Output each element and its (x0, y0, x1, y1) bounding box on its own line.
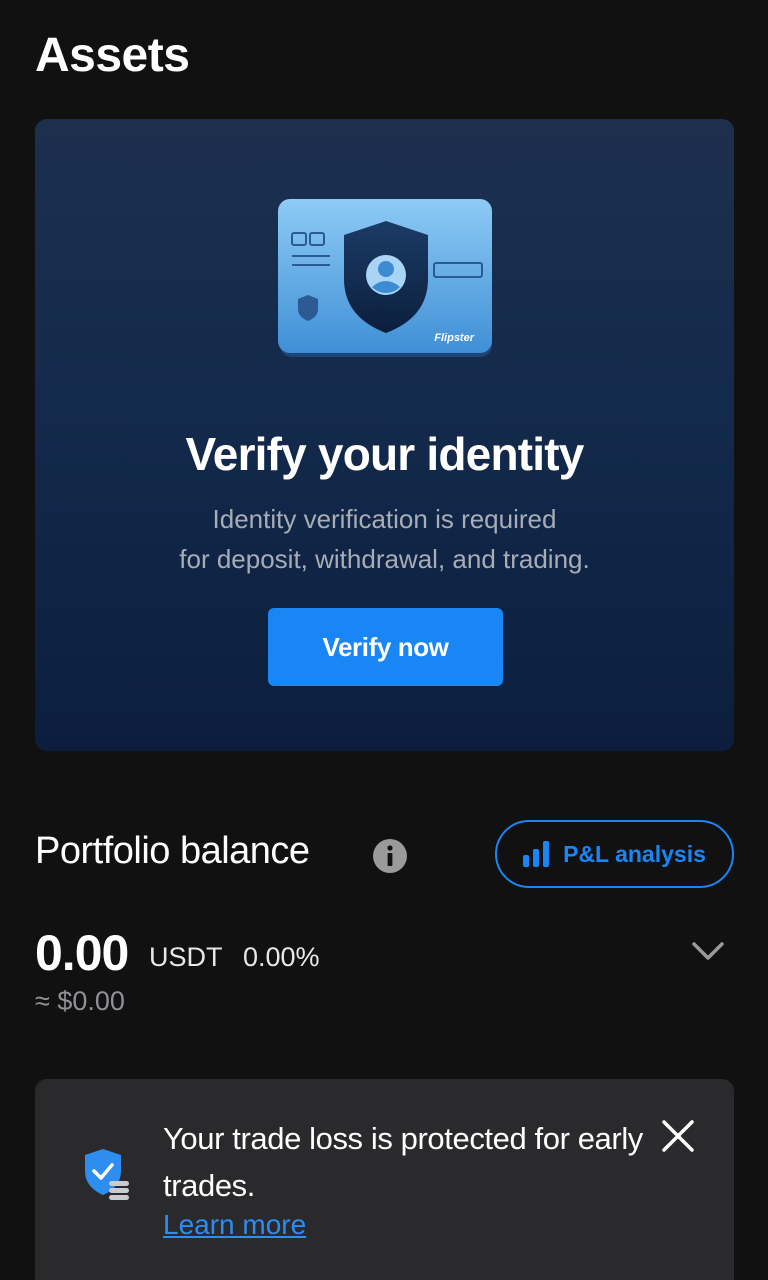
id-card-icon: Flipster (278, 199, 492, 357)
portfolio-balance-title: Portfolio balance (35, 830, 310, 872)
shield-check-icon (85, 1149, 129, 1200)
verify-title: Verify your identity (185, 428, 584, 480)
verify-identity-card: Flipster Verify your identity Identity v… (35, 119, 734, 751)
balance-change-percent: 0.00% (243, 942, 320, 972)
pl-analysis-label: P&L analysis (563, 840, 706, 867)
svg-text:Flipster: Flipster (434, 332, 474, 344)
page-title: Assets (35, 29, 190, 82)
chevron-down-icon[interactable] (690, 936, 726, 966)
pl-analysis-button[interactable]: P&L analysis (495, 820, 734, 888)
verify-description-line: for deposit, withdrawal, and trading. (179, 544, 590, 574)
close-icon[interactable] (659, 1117, 697, 1155)
verify-description: Identity verification is required for de… (95, 499, 674, 579)
learn-more-link[interactable]: Learn more (163, 1209, 306, 1241)
info-icon[interactable] (372, 838, 408, 874)
balance-currency: USDT (149, 942, 223, 972)
balance-value: 0.00 (35, 925, 129, 981)
verify-description-line: Identity verification is required (212, 504, 557, 534)
trade-protection-banner: Your trade loss is protected for early t… (35, 1079, 734, 1280)
assets-page: Assets Flipster Verify your identity Ide… (0, 0, 768, 1280)
balance-usd-value: ≈ $0.00 (35, 986, 125, 1016)
bar-chart-icon (523, 841, 550, 867)
verify-now-button[interactable]: Verify now (268, 608, 503, 686)
protection-message: Your trade loss is protected for early t… (163, 1121, 643, 1203)
